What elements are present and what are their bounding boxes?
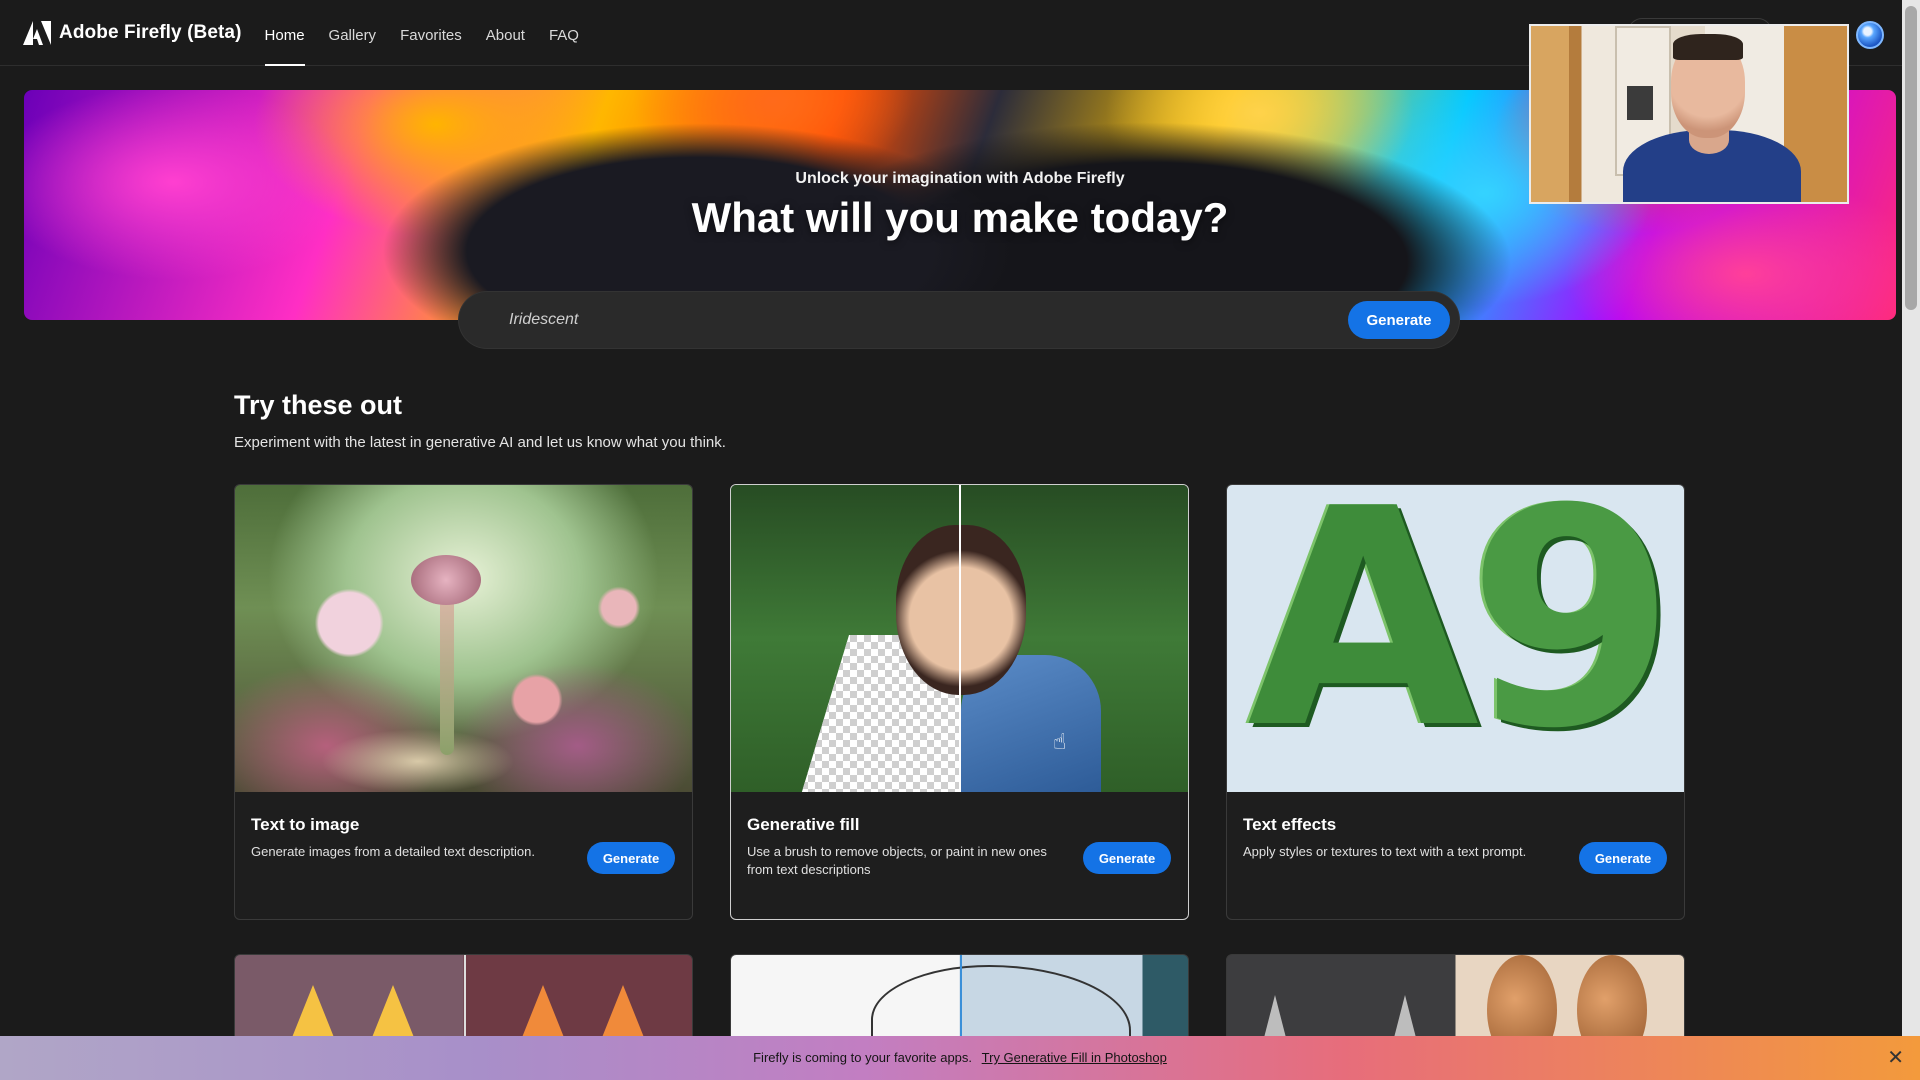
garden-plant-bulb	[411, 555, 481, 605]
card-image-portrait: ☝	[731, 485, 1188, 792]
avatar[interactable]	[1856, 21, 1884, 49]
card-text-to-image[interactable]: Text to image Generate images from a det…	[234, 484, 693, 920]
promo-banner: Firefly is coming to your favorite apps.…	[0, 1036, 1920, 1080]
webcam-person-hair	[1673, 34, 1743, 60]
app-title: Adobe Firefly (Beta)	[59, 21, 242, 43]
before-after-divider[interactable]	[959, 485, 961, 792]
nav-favorites[interactable]: Favorites	[400, 0, 462, 66]
card-title: Text effects	[1243, 815, 1337, 834]
nav-about[interactable]: About	[486, 0, 525, 66]
card-text-effects[interactable]: A 9 Text effects Apply styles or texture…	[1226, 484, 1685, 920]
nav-home[interactable]: Home	[264, 0, 305, 66]
card-title: Text to image	[251, 815, 360, 834]
leaf-letter: 9	[1467, 485, 1676, 792]
prompt-bar: Generate	[459, 292, 1459, 348]
nav-faq[interactable]: FAQ	[549, 0, 579, 66]
adobe-icon	[23, 20, 51, 45]
hero-generate-button[interactable]: Generate	[1348, 301, 1450, 339]
scrollbar-thumb[interactable]	[1905, 6, 1917, 310]
card-generative-fill[interactable]: ☝ Generative fill Use a brush to remove …	[730, 484, 1189, 920]
banner-link[interactable]: Try Generative Fill in Photoshop	[982, 1050, 1167, 1065]
webcam-overlay	[1529, 24, 1849, 204]
card-description: Generate images from a detailed text des…	[251, 844, 535, 859]
card-image-fantasy-garden	[235, 485, 692, 792]
section-description: Experiment with the latest in generative…	[234, 434, 726, 451]
generative-fill-generate-button[interactable]: Generate	[1083, 842, 1171, 874]
webcam-background-object	[1627, 86, 1653, 120]
card-image-leaf-letters: A 9	[1227, 485, 1684, 792]
nav-gallery[interactable]: Gallery	[329, 0, 377, 66]
prompt-input[interactable]	[509, 292, 1289, 348]
leaf-letter: A	[1247, 485, 1480, 792]
card-description: Use a brush to remove objects, or paint …	[747, 844, 1047, 877]
banner-text: Firefly is coming to your favorite apps.	[753, 1050, 973, 1065]
main-nav: Home Gallery Favorites About FAQ	[264, 0, 603, 66]
text-to-image-generate-button[interactable]: Generate	[587, 842, 675, 874]
hand-cursor-icon: ☝	[1053, 729, 1067, 754]
portrait-face	[896, 525, 1026, 695]
section-title: Try these out	[234, 390, 403, 420]
brand[interactable]: Adobe Firefly (Beta)	[23, 20, 242, 45]
garden-plant-stem	[440, 595, 454, 755]
text-effects-generate-button[interactable]: Generate	[1579, 842, 1667, 874]
close-icon[interactable]: ✕	[1887, 1048, 1904, 1068]
card-title: Generative fill	[747, 815, 860, 834]
card-description: Apply styles or textures to text with a …	[1243, 844, 1527, 859]
